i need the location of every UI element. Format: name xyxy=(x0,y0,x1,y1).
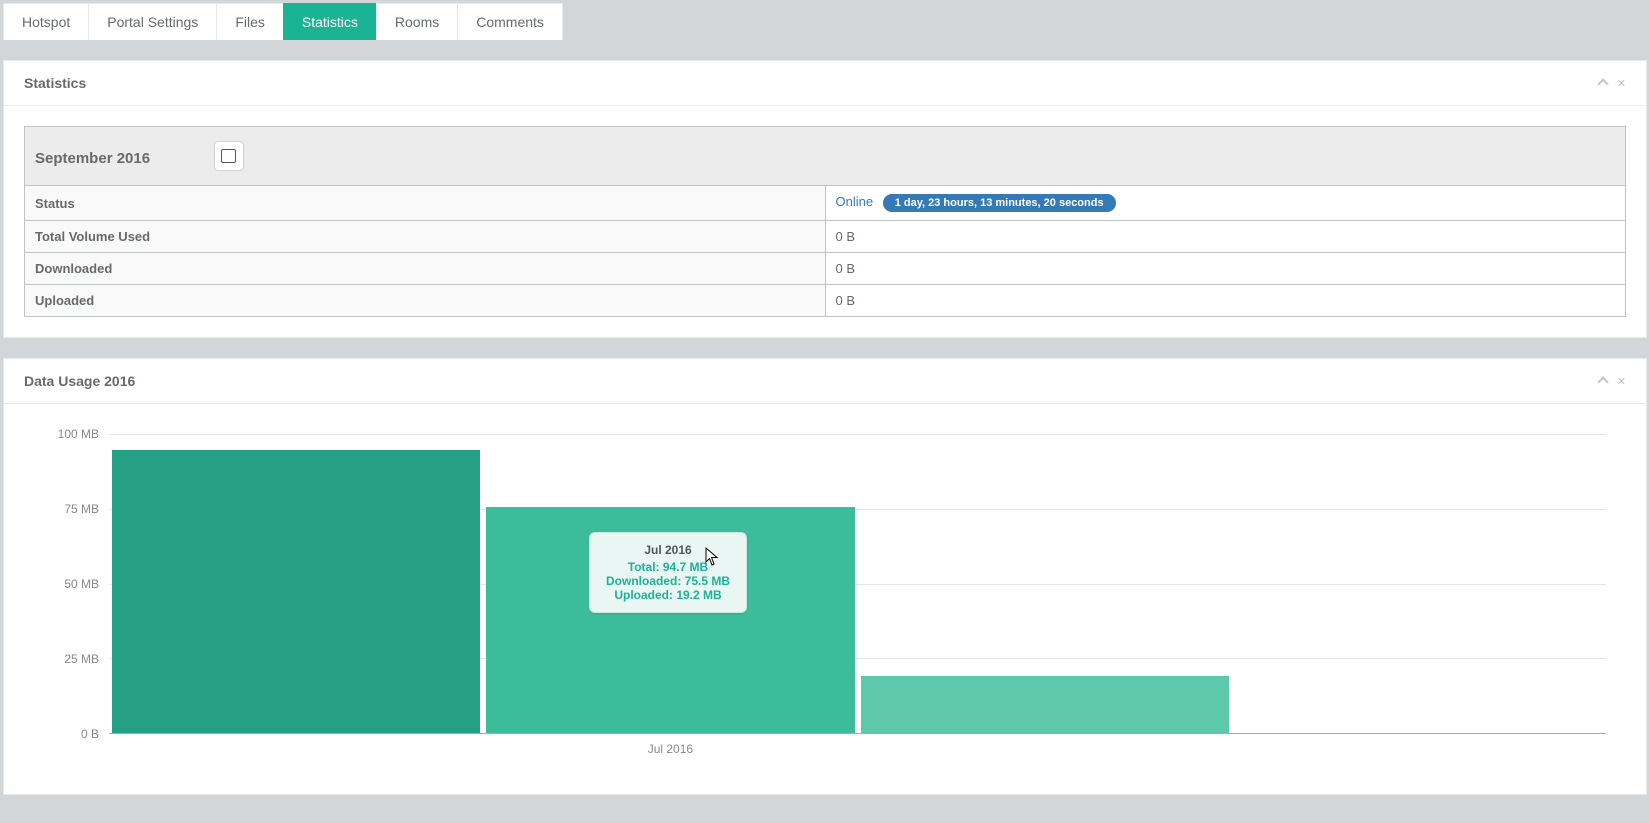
chart-y-axis: 100 MB 75 MB 50 MB 25 MB 0 B xyxy=(24,434,99,734)
row-label: Downloaded xyxy=(25,253,826,285)
tab-bar: Hotspot Portal Settings Files Statistics… xyxy=(3,3,1650,40)
table-row: Total Volume Used 0 B xyxy=(25,221,1626,253)
stats-month-label: September 2016 xyxy=(35,150,150,167)
calendar-icon xyxy=(221,149,236,163)
table-row: Downloaded 0 B xyxy=(25,253,1626,285)
row-label: Status xyxy=(25,186,826,221)
tooltip-line: Total: 94.7 MB xyxy=(606,560,730,574)
tab-comments[interactable]: Comments xyxy=(457,3,563,40)
x-tick-label xyxy=(109,742,483,762)
tooltip-title: Jul 2016 xyxy=(606,543,730,557)
tooltip-line: Uploaded: 19.2 MB xyxy=(606,588,730,602)
row-label: Total Volume Used xyxy=(25,221,826,253)
table-row: Uploaded 0 B xyxy=(25,285,1626,317)
table-row: Status Online 1 day, 23 hours, 13 minute… xyxy=(25,186,1626,221)
tab-files[interactable]: Files xyxy=(216,3,284,40)
chart-x-axis: Jul 2016 xyxy=(109,742,1606,762)
tab-hotspot[interactable]: Hotspot xyxy=(3,3,89,40)
y-tick-label: 50 MB xyxy=(64,577,99,591)
row-value: 0 B xyxy=(825,253,1626,285)
close-icon[interactable] xyxy=(1617,374,1626,388)
usage-chart: 100 MB 75 MB 50 MB 25 MB 0 B Jul 2016 To… xyxy=(24,434,1626,774)
x-tick-label xyxy=(858,742,1232,762)
y-tick-label: 75 MB xyxy=(64,502,99,516)
data-usage-panel-title: Data Usage 2016 xyxy=(24,373,135,389)
row-label: Uploaded xyxy=(25,285,826,317)
status-badge: 1 day, 23 hours, 13 minutes, 20 seconds xyxy=(883,194,1116,212)
y-tick-label: 0 B xyxy=(81,727,99,741)
tab-portal-settings[interactable]: Portal Settings xyxy=(88,3,217,40)
chart-bar[interactable] xyxy=(112,450,480,733)
statistics-panel-title: Statistics xyxy=(24,75,86,91)
y-tick-label: 25 MB xyxy=(64,652,99,666)
x-tick-label: Jul 2016 xyxy=(483,742,857,762)
collapse-icon[interactable] xyxy=(1599,76,1607,90)
status-link[interactable]: Online xyxy=(836,194,874,209)
data-usage-panel: Data Usage 2016 100 MB 75 MB 50 MB 25 MB… xyxy=(3,358,1647,795)
calendar-button[interactable] xyxy=(214,141,244,171)
tab-statistics[interactable]: Statistics xyxy=(283,3,377,40)
chart-bar[interactable] xyxy=(861,676,1229,733)
x-tick-label xyxy=(1232,742,1606,762)
row-value: 0 B xyxy=(825,285,1626,317)
y-tick-label: 100 MB xyxy=(58,427,99,441)
tab-rooms[interactable]: Rooms xyxy=(376,3,458,40)
close-icon[interactable] xyxy=(1617,76,1626,90)
collapse-icon[interactable] xyxy=(1599,374,1607,388)
row-value: 0 B xyxy=(825,221,1626,253)
chart-plot-area: Jul 2016 Total: 94.7 MB Downloaded: 75.5… xyxy=(109,434,1606,734)
tooltip-line: Downloaded: 75.5 MB xyxy=(606,574,730,588)
chart-tooltip: Jul 2016 Total: 94.7 MB Downloaded: 75.5… xyxy=(589,532,747,613)
statistics-panel: Statistics September 2016 Status Online xyxy=(3,60,1647,338)
stats-table: September 2016 Status Online 1 day, 23 h… xyxy=(24,126,1626,317)
